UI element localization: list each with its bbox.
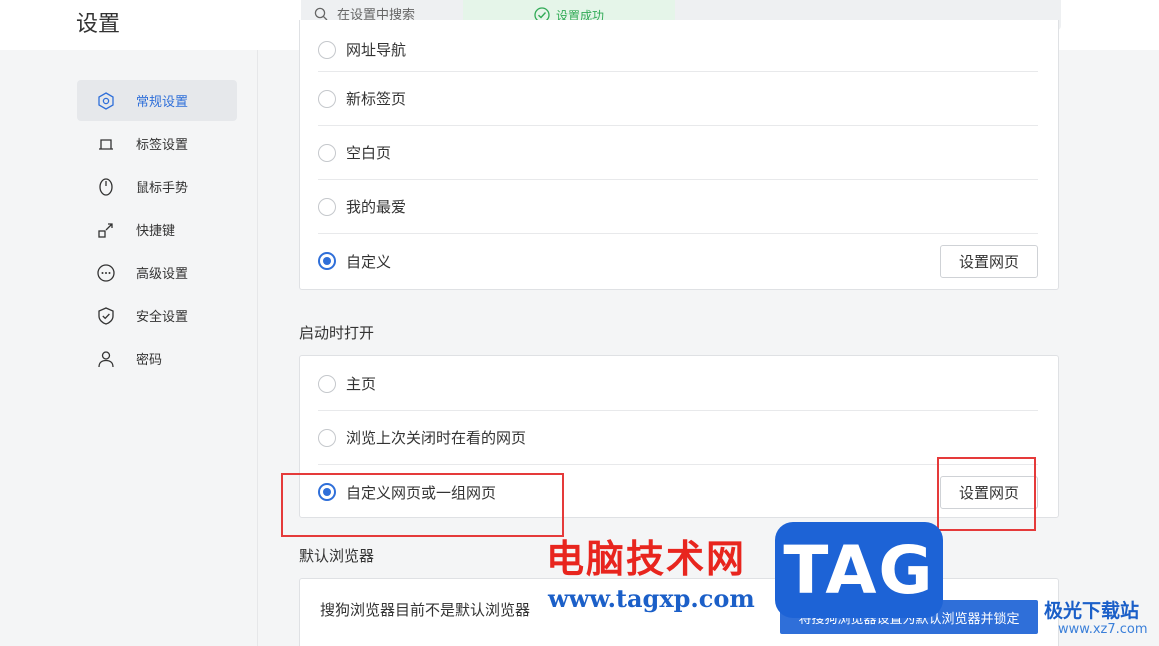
option-label: 新标签页	[346, 90, 407, 108]
brand-watermark-name: 极光下载站	[1044, 600, 1140, 622]
radio-button[interactable]	[318, 428, 336, 447]
startup-section-title: 启动时打开	[299, 324, 375, 342]
option-label: 浏览上次关闭时在看的网页	[346, 429, 527, 447]
tab-icon	[96, 134, 116, 154]
mouse-icon	[96, 177, 116, 197]
highlight-box	[937, 457, 1036, 531]
radio-button[interactable]	[318, 89, 336, 108]
radio-option-row[interactable]: 新标签页	[318, 72, 1038, 126]
default-browser-section-title: 默认浏览器	[299, 547, 375, 565]
option-label: 网址导航	[346, 41, 407, 59]
brand-watermark: 极光下载站 www.xz7.com	[1040, 596, 1159, 642]
sidebar-item-password[interactable]: 密码	[77, 338, 237, 379]
option-label: 主页	[346, 375, 377, 393]
highlight-box	[281, 473, 564, 537]
radio-button[interactable]	[318, 40, 336, 59]
hexagon-settings-icon	[96, 91, 116, 111]
sidebar-item-label: 快捷键	[136, 224, 176, 239]
shield-check-icon	[96, 306, 116, 326]
watermark-site-name: 电脑技术网	[546, 537, 747, 581]
radio-button[interactable]	[318, 374, 336, 393]
tag-logo: TAG	[775, 522, 943, 618]
sidebar-item-advanced[interactable]: 高级设置	[77, 252, 237, 293]
radio-option-row[interactable]: 空白页	[318, 126, 1038, 180]
sidebar-item-label: 标签设置	[136, 138, 189, 153]
sidebar: 常规设置 标签设置 鼠标手势 快捷键 高级设置 安全设置 密码	[0, 50, 258, 646]
sidebar-item-label: 高级设置	[136, 267, 189, 282]
watermark-site-url: www.tagxp.com	[548, 584, 755, 613]
radio-option-row[interactable]: 主页	[318, 357, 1038, 411]
sidebar-item-mouse-gestures[interactable]: 鼠标手势	[77, 166, 237, 207]
option-label: 自定义	[346, 252, 392, 271]
new-tab-options-card: 网址导航 新标签页 空白页 我的最爱 自定义 设置网页	[299, 20, 1059, 290]
sidebar-item-label: 鼠标手势	[136, 181, 189, 196]
sidebar-item-security[interactable]: 安全设置	[77, 295, 237, 336]
option-label: 空白页	[346, 144, 392, 162]
sidebar-item-tabs[interactable]: 标签设置	[77, 123, 237, 164]
sidebar-item-label: 密码	[136, 353, 163, 368]
page-title: 设置	[76, 12, 121, 37]
default-browser-message: 搜狗浏览器目前不是默认浏览器	[320, 601, 531, 619]
option-label: 我的最爱	[346, 198, 407, 216]
radio-button[interactable]	[318, 197, 336, 216]
radio-option-row[interactable]: 自定义 设置网页	[318, 234, 1038, 288]
shortcut-arrow-icon	[96, 220, 116, 240]
sidebar-item-shortcuts[interactable]: 快捷键	[77, 209, 237, 250]
brand-watermark-url: www.xz7.com	[1058, 622, 1148, 637]
set-webpage-button[interactable]: 设置网页	[940, 244, 1038, 278]
sidebar-item-general[interactable]: 常规设置	[77, 80, 237, 121]
user-icon	[96, 349, 116, 369]
search-icon	[314, 6, 328, 21]
radio-option-row[interactable]: 浏览上次关闭时在看的网页	[318, 411, 1038, 465]
watermark: 电脑技术网 www.tagxp.com	[540, 520, 770, 620]
sidebar-item-label: 常规设置	[136, 95, 189, 110]
radio-button-selected[interactable]	[318, 252, 336, 270]
sidebar-item-label: 安全设置	[136, 310, 189, 325]
more-dots-icon	[96, 263, 116, 283]
radio-option-row[interactable]: 我的最爱	[318, 180, 1038, 234]
radio-option-row[interactable]: 网址导航	[318, 20, 1038, 72]
radio-button[interactable]	[318, 143, 336, 162]
